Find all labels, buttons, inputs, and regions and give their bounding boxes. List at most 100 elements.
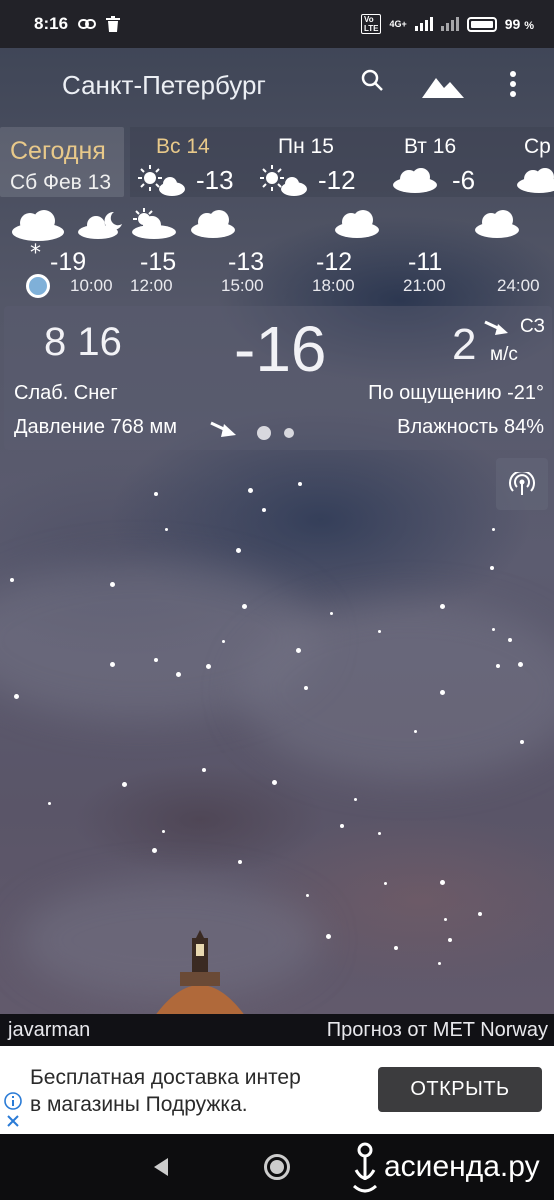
day-name: Вс 14 — [156, 135, 210, 158]
ad-text: Бесплатная доставка интер в магазины Под… — [30, 1064, 301, 1118]
cloud-icon — [393, 168, 437, 193]
pressure: Давление 768 мм — [14, 416, 177, 438]
city-title[interactable]: Санкт-Петербург — [62, 70, 266, 101]
day-strip: Вс 14 -13 Пн 15 -12 Вт 16 -6 Ср — [130, 127, 554, 197]
sun-cloud-icon — [132, 208, 176, 239]
landscape-icon[interactable] — [422, 72, 464, 98]
day-temp: -12 — [318, 165, 356, 195]
cloud-icon — [517, 168, 554, 193]
hour-temp: -15 — [140, 248, 177, 276]
sun-cloud-icon — [138, 165, 185, 196]
hour-time: 12:00 — [130, 276, 173, 295]
volte-icon: Vo LTE — [360, 14, 382, 34]
watermark-logo-icon — [352, 1142, 378, 1193]
pager-dot-icon — [257, 426, 271, 440]
snowflake — [490, 566, 494, 570]
current-conditions-panel[interactable]: 8 16 -16 2 СЗ м/с Слаб. Снег По ощущению… — [4, 306, 552, 450]
snowflake — [298, 482, 302, 486]
home-icon[interactable] — [264, 1154, 290, 1180]
forecast-provider[interactable]: Прогноз от MET Norway — [327, 1019, 548, 1042]
hour-time: 15:00 — [221, 276, 264, 295]
snowflake — [518, 662, 523, 667]
snowflake — [444, 918, 447, 921]
day-name: Ср — [524, 135, 551, 158]
day-temp: -13 — [196, 165, 234, 195]
info-icon[interactable] — [4, 1092, 22, 1110]
photo-author[interactable]: javarman — [8, 1019, 90, 1042]
snowflake — [154, 492, 158, 496]
day-today[interactable]: Сегодня Сб Фев 13 — [0, 127, 124, 197]
wind-direction: СЗ — [520, 316, 545, 337]
snowflake — [248, 488, 253, 493]
current-hour-marker — [26, 274, 50, 298]
snowflake — [354, 798, 357, 801]
daily-forecast: Сегодня Сб Фев 13 Вс 14 -13 Пн 15 -12 Вт… — [0, 124, 554, 200]
cloud-icon — [191, 210, 235, 238]
search-icon[interactable] — [360, 68, 386, 94]
snowflake — [154, 658, 158, 662]
close-icon[interactable] — [6, 1114, 20, 1128]
snowflake — [262, 508, 266, 512]
snowflake — [508, 638, 512, 642]
day-item[interactable]: Пн 15 -12 — [254, 127, 378, 197]
snowflake — [110, 662, 115, 667]
snowflake — [378, 832, 381, 835]
snowflake — [48, 802, 51, 805]
cathedral-dome-image — [152, 930, 248, 1020]
snowflake — [296, 648, 301, 653]
status-time: 8:16 — [34, 14, 69, 33]
snowflake — [520, 740, 524, 744]
snowflake — [438, 962, 441, 965]
snowflake — [440, 880, 445, 885]
day-item[interactable]: Ср — [502, 127, 554, 197]
today-date: Сб Фев 13 — [10, 171, 112, 194]
snowflake — [394, 946, 398, 950]
snowflake — [440, 604, 445, 609]
current-temperature: -16 — [234, 313, 327, 385]
hour-time: 24:00 — [497, 276, 540, 295]
day-item[interactable]: Вс 14 -13 — [130, 127, 254, 197]
watermark-text: асиенда.ру — [384, 1150, 540, 1183]
broadcast-icon — [509, 472, 535, 495]
app-bar: Санкт-Петербург — [0, 48, 554, 120]
ad-open-button[interactable]: ОТКРЫТЬ — [378, 1067, 542, 1112]
signal-icon — [414, 17, 433, 31]
hour-temp: -12 — [316, 248, 353, 276]
watermark: асиенда.ру — [350, 1140, 540, 1194]
snowflake — [238, 860, 242, 864]
hourly-forecast: * -19 -15 -13 -12 -11 10:00 12:00 15:00 … — [0, 200, 554, 300]
snowflake — [202, 768, 206, 772]
svg-text:*: * — [30, 241, 41, 262]
wind-unit: м/с — [490, 344, 518, 365]
day-item[interactable]: Вт 16 -6 — [378, 127, 502, 197]
snowflake — [242, 604, 247, 609]
battery-icon — [466, 16, 497, 32]
snowflake — [206, 664, 211, 669]
snowflake — [496, 664, 500, 668]
battery-level: 99 — [504, 16, 521, 32]
snowflake — [152, 848, 157, 853]
snowflake — [326, 934, 331, 939]
snowflake — [14, 694, 19, 699]
wind-speed: 2 — [452, 320, 477, 369]
hour-temp: -13 — [228, 248, 265, 276]
snowflake — [440, 690, 445, 695]
snowflake — [414, 730, 417, 733]
hour-temp: -11 — [408, 248, 443, 276]
condition-text: Слаб. Снег — [14, 382, 118, 404]
back-icon[interactable] — [152, 1157, 170, 1177]
snowflake — [304, 686, 308, 690]
radar-button[interactable] — [496, 458, 548, 510]
trash-icon — [106, 16, 121, 32]
snowflake — [306, 894, 309, 897]
snowflake — [340, 824, 344, 828]
snowflake — [384, 882, 387, 885]
link-icon — [78, 19, 97, 29]
day-name: Пн 15 — [278, 135, 334, 158]
moon-cloud-icon — [78, 211, 122, 239]
ad-banner[interactable]: Бесплатная доставка интер в магазины Под… — [0, 1046, 554, 1134]
snowflake — [330, 612, 333, 615]
snowflake — [165, 528, 168, 531]
more-vert-icon[interactable] — [508, 70, 518, 98]
snowflake — [478, 912, 482, 916]
